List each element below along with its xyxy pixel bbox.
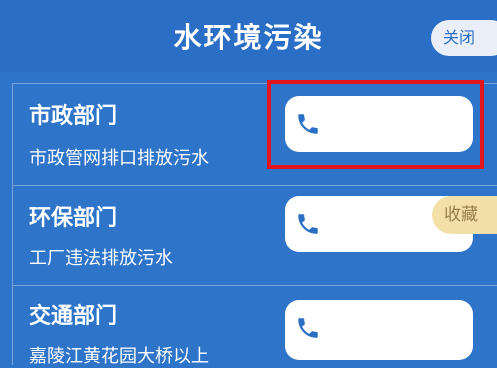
department-row: 环保部门 工厂违法排放污水 xyxy=(12,185,497,285)
page-title: 水环境污染 xyxy=(173,21,324,54)
department-row: 交通部门 嘉陵江黄花园大桥以上 xyxy=(12,285,497,367)
department-name: 环保部门 xyxy=(29,206,118,231)
phone-button[interactable] xyxy=(285,300,473,360)
department-description: 市政管网排口排放污水 xyxy=(29,148,209,169)
department-name: 交通部门 xyxy=(29,304,118,329)
department-description: 嘉陵江黄花园大桥以上 xyxy=(29,346,209,367)
department-name: 市政部门 xyxy=(29,104,118,129)
department-description: 工厂违法排放污水 xyxy=(29,248,173,269)
highlight-annotation xyxy=(267,80,484,169)
collect-button[interactable]: 收藏 xyxy=(432,196,497,234)
phone-icon xyxy=(298,318,318,338)
header-bar: 水环境污染 关闭 xyxy=(0,0,497,72)
close-button[interactable]: 关闭 xyxy=(431,20,497,56)
phone-icon xyxy=(298,214,318,234)
